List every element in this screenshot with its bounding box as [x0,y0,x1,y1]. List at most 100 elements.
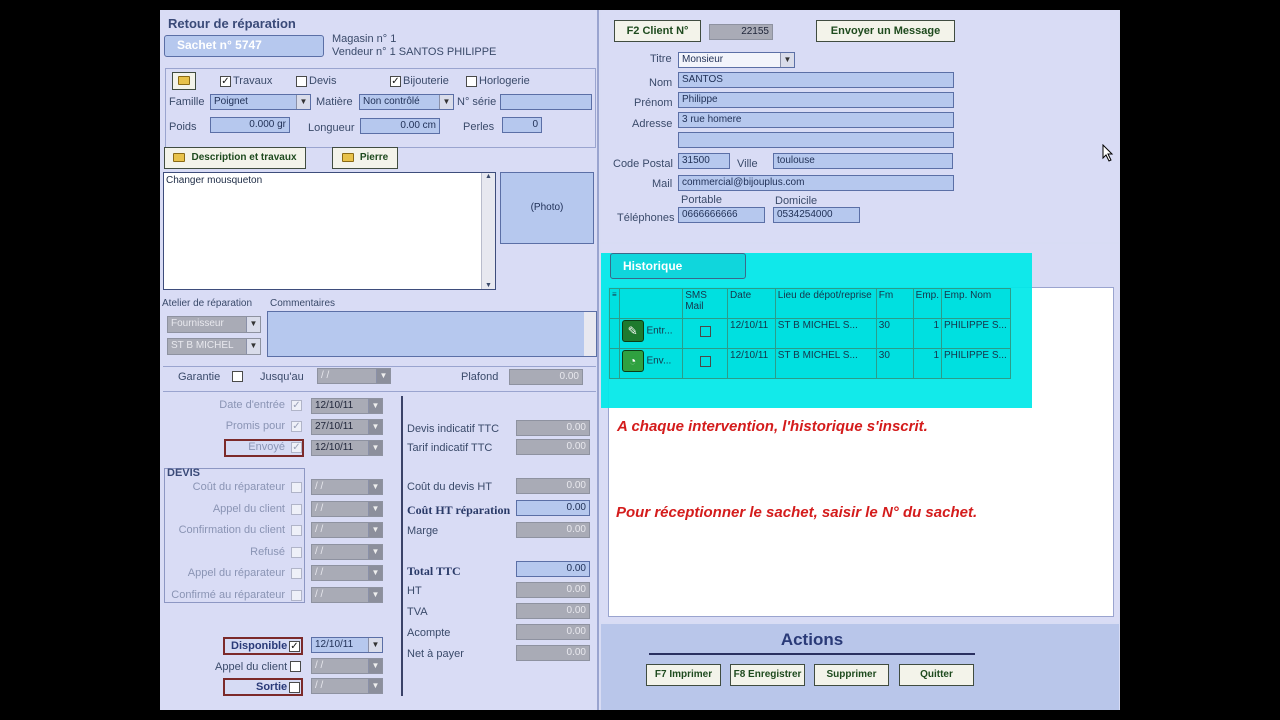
sachet-number-field[interactable]: Sachet n° 5747 [164,35,324,57]
devis-row-checkbox[interactable] [291,546,302,558]
print-button[interactable]: F7 Imprimer [646,664,721,686]
quit-button[interactable]: Quitter [899,664,974,686]
sortie-date[interactable]: / / ▼ [311,678,383,694]
description-button[interactable]: Description et travaux [164,147,306,169]
row-type: Entr... [646,325,673,337]
devis-row-date[interactable]: / / ▼ [311,586,383,603]
plafond-input[interactable]: 0.00 [509,369,583,385]
amount-field[interactable]: 0.00 [516,561,590,577]
poids-input[interactable]: 0.000 gr [210,117,290,133]
disponible-checkbox[interactable]: ✓ [289,641,300,652]
travaux-checkbox[interactable]: ✓ [220,76,231,87]
divider-vertical [401,396,403,696]
portable-input[interactable]: 0666666666 [678,207,765,223]
save-button[interactable]: F8 Enregistrer [730,664,805,686]
jusquau-date[interactable]: / / ▼ [317,368,391,384]
row-emp: 1 [912,318,943,349]
longueur-input[interactable]: 0.00 cm [360,118,440,134]
nom-input[interactable]: SANTOS [678,72,954,88]
devis-row-checkbox[interactable] [291,482,302,493]
garantie-checkbox[interactable] [232,371,243,382]
commentaires-textarea[interactable] [267,311,597,357]
titre-select[interactable]: Monsieur ▼ [678,52,795,68]
amount-field[interactable]: 0.00 [516,478,590,494]
disponible-date[interactable]: 12/10/11 ▼ [311,637,383,653]
date-field[interactable]: 27/10/11 ▼ [311,419,383,435]
column-date[interactable]: Date [727,288,776,319]
pierre-button[interactable]: Pierre [332,147,398,169]
client-number-field[interactable]: 22155 [709,24,773,40]
description-textarea[interactable]: Changer mousqueton ▲ ▼ [163,172,496,290]
famille-select[interactable]: Poignet ▼ [210,94,311,110]
table-row[interactable]: ◔ Env... 12/10/11 ST B MICHEL S... 30 1 … [609,348,1011,379]
amount-field[interactable]: 0.00 [516,439,590,455]
delete-button[interactable]: Supprimer [814,664,889,686]
date-checkbox[interactable]: ✓ [291,442,302,453]
bijouterie-checkbox[interactable]: ✓ [390,76,401,87]
amount-field[interactable]: 0.00 [516,582,590,598]
table-row[interactable]: ✎ Entr... 12/10/11 ST B MICHEL S... 30 1… [609,318,1011,349]
amount-field[interactable]: 0.00 [516,624,590,640]
date-checkbox[interactable]: ✓ [291,421,302,432]
scrollbar[interactable]: ▲ ▼ [481,173,495,289]
domicile-input[interactable]: 0534254000 [773,207,860,223]
serie-input[interactable] [500,94,592,110]
devis-checkbox[interactable] [296,76,307,87]
chevron-down-icon: ▼ [368,544,382,559]
photo-box[interactable]: (Photo) [500,172,594,244]
adresse-input-2[interactable] [678,132,954,148]
prenom-input[interactable]: Philippe [678,92,954,108]
historique-note: A chaque intervention, l'historique s'in… [617,418,928,435]
atelier-value-2: ST B MICHEL [171,340,234,351]
devis-row-checkbox[interactable] [291,568,302,579]
amount-label: HT [407,585,422,597]
date-field[interactable]: 12/10/11 ▼ [311,440,383,456]
mail-input[interactable]: commercial@bijouplus.com [678,175,954,191]
jusquau-value: / / [321,370,330,381]
amount-field[interactable]: 0.00 [516,500,590,516]
horlogerie-checkbox[interactable] [466,76,477,87]
scrollbar[interactable] [584,312,596,356]
sms-checkbox[interactable] [699,326,711,337]
devis-row-date[interactable]: / / ▼ [311,522,383,538]
disponible-frame[interactable]: Disponible ✓ [223,637,303,655]
code-postal-input[interactable]: 31500 [678,153,730,169]
date-field[interactable]: 12/10/11 ▼ [311,398,383,414]
column-menu-icon[interactable]: ≡ [609,288,620,319]
matiere-select[interactable]: Non contrôlé ▼ [359,94,454,110]
devis-row-date[interactable]: / / ▼ [311,500,383,517]
sortie-frame[interactable]: Sortie [223,678,303,696]
atelier-select-2[interactable]: ST B MICHEL ▼ [167,338,261,355]
sms-checkbox[interactable] [699,356,711,367]
devis-row-checkbox[interactable] [291,525,302,536]
date-checkbox[interactable]: ✓ [291,400,302,411]
ville-input[interactable]: toulouse [773,153,953,169]
amount-field[interactable]: 0.00 [516,603,590,619]
column-lieu[interactable]: Lieu de dépot/reprise [774,288,877,319]
send-message-button[interactable]: Envoyer un Message [816,20,955,42]
appel-client-checkbox[interactable] [290,661,301,672]
column-emp[interactable]: Emp. [912,288,943,319]
perles-input[interactable]: 0 [502,117,542,133]
devis-row-date[interactable]: / / ▼ [311,479,383,495]
devis-row-checkbox[interactable] [291,589,302,601]
amount-field[interactable]: 0.00 [516,420,590,436]
devis-row-date[interactable]: / / ▼ [311,565,383,581]
chevron-down-icon: ▼ [246,339,260,354]
column-sms[interactable]: SMS Mail [682,288,729,319]
appel-client-date[interactable]: / / ▼ [311,658,383,674]
devis-row-date[interactable]: / / ▼ [311,543,383,560]
column-fm[interactable]: Fm [875,288,914,319]
chevron-down-icon: ▼ [368,420,382,434]
client-button[interactable]: F2 Client N° [614,20,701,42]
amount-field[interactable]: 0.00 [516,522,590,538]
adresse-input-1[interactable]: 3 rue homere [678,112,954,128]
chevron-down-icon: ▼ [368,587,382,602]
amount-field[interactable]: 0.00 [516,645,590,661]
open-folder-button[interactable] [172,72,196,90]
sortie-checkbox[interactable] [289,682,300,693]
devis-row-checkbox[interactable] [291,503,302,515]
column-emp-nom[interactable]: Emp. Nom [941,288,1011,319]
tab-historique[interactable]: Historique [610,253,746,279]
atelier-select-1[interactable]: Fournisseur ▼ [167,316,261,333]
